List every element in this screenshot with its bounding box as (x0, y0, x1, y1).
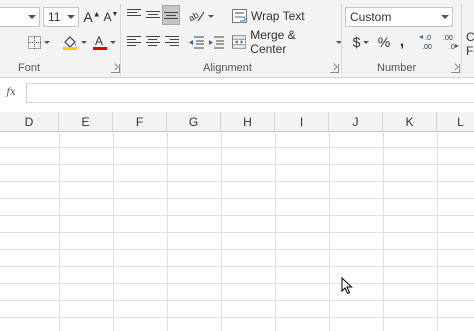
font-color-button[interactable]: A (90, 32, 118, 52)
decrease-decimal-icon: .00 .0 (443, 35, 459, 51)
formula-input[interactable] (26, 83, 474, 103)
group-separator (461, 4, 462, 74)
column-header-i[interactable]: I (275, 112, 329, 132)
group-separator (120, 4, 121, 74)
column-header-e[interactable]: E (59, 112, 113, 132)
increase-decimal-button[interactable]: .0 .00 (418, 32, 438, 52)
merge-center-button[interactable]: Merge & Center (232, 28, 342, 56)
decrease-indent-button[interactable] (187, 33, 205, 51)
font-dialog-launcher[interactable] (111, 64, 120, 73)
align-left-icon[interactable] (127, 36, 141, 48)
increase-font-size-icon: A▲ (83, 9, 101, 25)
chevron-down-icon (363, 40, 370, 44)
bottom-align-button[interactable] (162, 5, 180, 25)
column-headers: D E F G H I J K L (0, 112, 474, 132)
accounting-format-button[interactable]: $ (348, 33, 374, 51)
comma-style-button[interactable]: , (396, 33, 408, 51)
cell-grid[interactable] (0, 132, 474, 331)
increase-decimal-icon: .0 .00 (419, 35, 432, 51)
currency-icon: $ (352, 34, 361, 50)
column-header-l[interactable]: L (437, 112, 474, 132)
gridline (0, 147, 474, 148)
gridline (0, 181, 474, 182)
comma-icon: , (399, 33, 405, 50)
gridline (0, 283, 474, 284)
number-format-combo[interactable]: Custom (345, 7, 453, 27)
percent-style-button[interactable]: % (376, 33, 392, 51)
decrease-indent-icon (188, 36, 204, 48)
chevron-down-icon (207, 14, 214, 18)
gridline (0, 266, 474, 267)
gridline (0, 249, 474, 250)
number-group-label: Number (377, 62, 417, 74)
alignment-dialog-launcher[interactable] (330, 64, 339, 73)
fill-color-button[interactable] (60, 32, 88, 52)
column-header-d[interactable]: D (0, 112, 59, 132)
mouse-pointer-icon (341, 277, 353, 295)
number-format-value: Custom (350, 10, 392, 24)
chevron-down-icon (441, 15, 449, 19)
chevron-down-icon (67, 15, 75, 19)
wrap-text-button[interactable]: Wrap Text (232, 7, 312, 25)
gridline (0, 300, 474, 301)
merge-center-icon (232, 35, 247, 49)
decrease-decimal-button[interactable]: .00 .0 (440, 32, 460, 52)
text-orientation-icon: ab (189, 10, 204, 23)
alignment-group-label: Alignment (203, 62, 252, 74)
svg-text:.00: .00 (422, 44, 432, 51)
wrap-text-icon (232, 9, 247, 23)
font-group-label: Font (18, 62, 41, 74)
formula-bar: fx (0, 82, 474, 104)
orientation-button[interactable]: ab (188, 7, 214, 25)
increase-indent-button[interactable] (207, 33, 225, 51)
font-size-value: 11 (48, 10, 61, 24)
percent-icon: % (377, 34, 391, 50)
gridline (0, 317, 474, 318)
font-name-combo-partial[interactable] (0, 7, 40, 27)
decrease-font-size-button[interactable]: A▼ (103, 8, 119, 26)
fill-color-icon (62, 36, 77, 50)
ribbon: 11 A▲ A▼ A Font ab Wrap Text Merge & Cen… (0, 0, 474, 78)
chevron-down-icon (44, 40, 50, 44)
column-header-k[interactable]: K (383, 112, 437, 132)
group-separator (341, 4, 342, 74)
borders-button[interactable] (26, 33, 52, 51)
chevron-down-icon (28, 15, 36, 19)
svg-text:.0: .0 (425, 35, 431, 42)
column-header-g[interactable]: G (167, 112, 221, 132)
wrap-text-label: Wrap Text (251, 9, 305, 23)
gridline (0, 215, 474, 216)
align-right-icon[interactable] (165, 36, 179, 48)
svg-text:.00: .00 (443, 35, 453, 42)
column-header-j[interactable]: J (329, 112, 383, 132)
svg-text:.0: .0 (449, 44, 455, 51)
middle-align-icon[interactable] (146, 11, 160, 23)
svg-text:A: A (95, 34, 103, 48)
column-header-f[interactable]: F (113, 112, 167, 132)
top-align-icon[interactable] (127, 9, 141, 21)
insert-function-icon[interactable]: fx (0, 82, 22, 104)
conditional-formatting-label-partial[interactable]: C (466, 30, 474, 44)
merge-center-label: Merge & Center (250, 28, 296, 56)
chevron-down-icon (109, 40, 116, 44)
gridline (0, 164, 474, 165)
font-size-combo[interactable]: 11 (43, 7, 79, 27)
font-color-icon: A (92, 34, 107, 50)
number-dialog-launcher[interactable] (451, 64, 460, 73)
align-center-icon[interactable] (146, 36, 160, 48)
decrease-font-size-icon: A▼ (103, 10, 119, 24)
format-as-table-label-partial[interactable]: Fo (466, 44, 474, 58)
column-header-h[interactable]: H (221, 112, 275, 132)
bottom-align-icon (164, 12, 178, 24)
chevron-down-icon (80, 40, 87, 44)
increase-font-size-button[interactable]: A▲ (83, 8, 101, 26)
increase-indent-icon (208, 36, 224, 48)
gridline (0, 232, 474, 233)
svg-text:ab: ab (189, 10, 200, 23)
borders-icon (28, 35, 41, 49)
gridline (0, 198, 474, 199)
